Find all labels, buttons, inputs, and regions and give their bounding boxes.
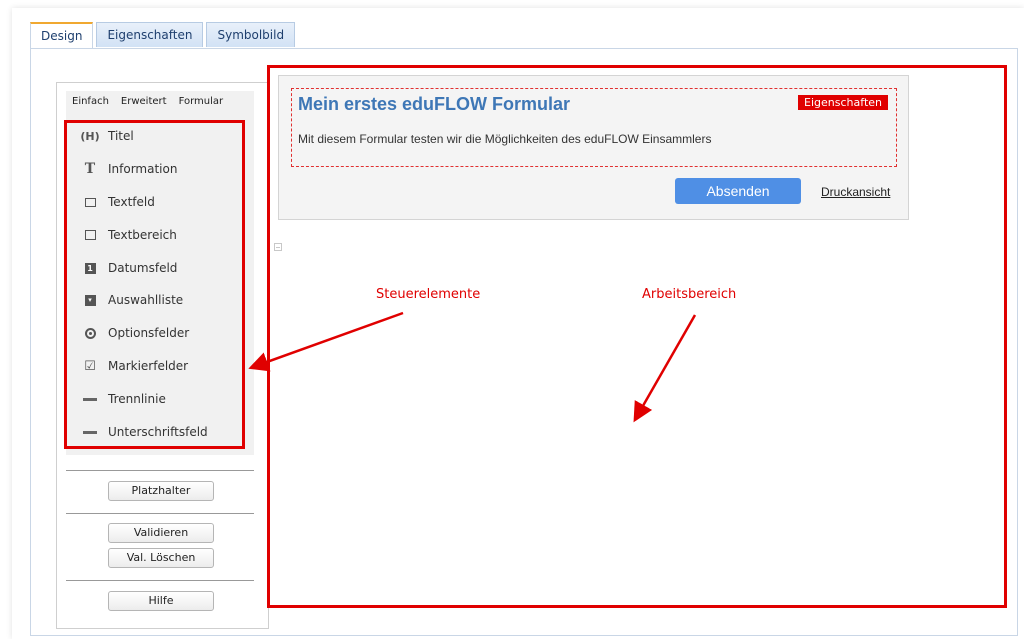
sidebar-divider [66,470,254,471]
sidebar-divider [66,580,254,581]
subtab-erweitert[interactable]: Erweitert [115,91,173,115]
main-tabs: Design Eigenschaften Symbolbild [30,22,298,49]
subtab-einfach[interactable]: Einfach [66,91,115,115]
help-button[interactable]: Hilfe [108,591,214,611]
tab-eigenschaften[interactable]: Eigenschaften [96,22,204,47]
clear-validation-button[interactable]: Val. Löschen [108,548,214,568]
workspace-annotation-label: Arbeitsbereich [642,287,737,302]
tab-design[interactable]: Design [30,22,94,49]
placeholder-button[interactable]: Platzhalter [108,481,214,501]
sidebar-subtabs: Einfach Erweitert Formular [66,91,254,115]
subtab-formular[interactable]: Formular [173,91,230,115]
validate-button[interactable]: Validieren [108,523,214,543]
controls-highlight-box [64,120,245,449]
workspace-highlight-box [267,65,1007,608]
tab-symbolbild[interactable]: Symbolbild [206,22,296,47]
sidebar-divider [66,513,254,514]
controls-annotation-label: Steuerelemente [376,287,481,302]
